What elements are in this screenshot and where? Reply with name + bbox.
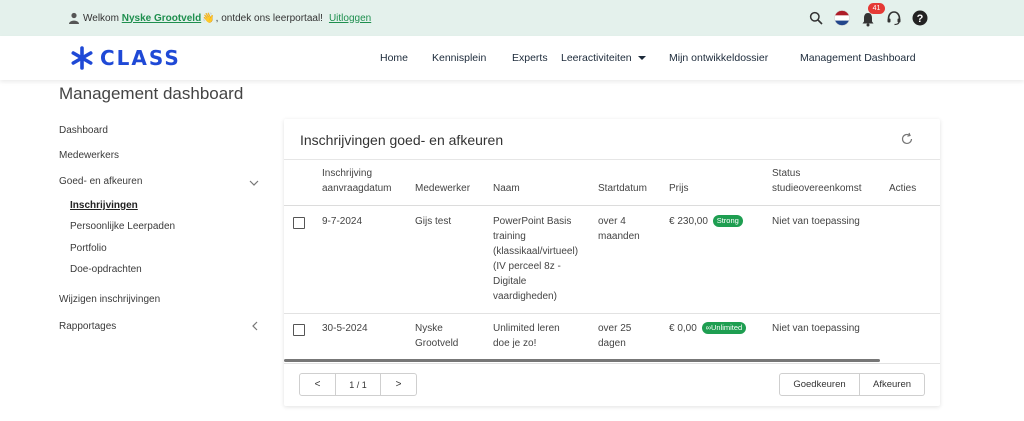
- sidebar-item-wijzigen-inschrijvingen[interactable]: Wijzigen inschrijvingen: [59, 294, 160, 305]
- sidebar-sub-portfolio[interactable]: Portfolio: [70, 243, 107, 254]
- svg-text:?: ?: [917, 13, 924, 25]
- page-indicator: 1 / 1: [335, 374, 381, 395]
- cell-course-name: PowerPoint Basis training (klassikaal/vi…: [493, 214, 578, 304]
- table-header-divider: [284, 205, 940, 206]
- col-header-date-line1: Inschrijving: [322, 168, 373, 179]
- chevron-left-icon[interactable]: [250, 321, 260, 331]
- horizontal-scrollbar[interactable]: [284, 359, 880, 362]
- nav-experts[interactable]: Experts: [512, 52, 548, 64]
- course-name-line: PowerPoint Basis: [493, 216, 572, 227]
- cell-course-name: Unlimited leren doe je zo!: [493, 321, 560, 351]
- col-header-status[interactable]: Status studieovereenkomst: [772, 166, 862, 196]
- welcome-message: Welkom Nyske Grootveld 👋 , ontdek ons le…: [68, 12, 371, 24]
- approvals-card: Inschrijvingen goed- en afkeuren Inschri…: [284, 119, 940, 406]
- table-footer-divider: [284, 363, 940, 364]
- main-navbar: CLASS Home Kennisplein Experts Leeractiv…: [0, 36, 1024, 80]
- employee-line: Grootveld: [415, 338, 459, 349]
- sidebar-sub-inschrijvingen[interactable]: Inschrijvingen: [70, 200, 138, 211]
- nav-kennisplein[interactable]: Kennisplein: [432, 52, 486, 64]
- cell-price: € 0,00 ∞Unlimited: [669, 321, 747, 336]
- notification-count-badge: 41: [868, 3, 885, 14]
- col-header-acties: Acties: [889, 183, 917, 194]
- page-title: Management dashboard: [59, 84, 244, 103]
- employee-line: Nyske: [415, 323, 443, 334]
- col-header-status-line1: Status: [772, 168, 801, 179]
- col-header-startdatum[interactable]: Startdatum: [598, 181, 647, 196]
- cell-date: 30-5-2024: [322, 323, 368, 334]
- plan-badge: Strong: [712, 215, 743, 228]
- next-page-button[interactable]: >: [381, 374, 416, 395]
- help-icon[interactable]: ?: [910, 8, 930, 28]
- start-line: maanden: [598, 231, 640, 242]
- plan-badge-label: Unlimited: [710, 323, 743, 333]
- cell-start: over 25 dagen: [598, 321, 631, 351]
- reject-button[interactable]: Afkeuren: [860, 373, 925, 396]
- welcome-suffix: , ontdek ons leerportaal!: [215, 12, 323, 24]
- row-divider: [284, 313, 940, 314]
- card-title: Inschrijvingen goed- en afkeuren: [300, 132, 504, 148]
- row-checkbox[interactable]: [293, 324, 305, 336]
- course-name-line: doe je zo!: [493, 338, 537, 349]
- course-name-line: (klassikaal/virtueel): [493, 246, 579, 257]
- wave-icon: 👋: [202, 12, 215, 24]
- search-icon[interactable]: [806, 8, 826, 28]
- course-name-line: (IV perceel 8z -: [493, 261, 561, 272]
- card-header-divider: [284, 159, 940, 160]
- col-header-naam[interactable]: Naam: [493, 181, 520, 196]
- price-value: € 0,00: [669, 323, 697, 334]
- nav-home[interactable]: Home: [380, 52, 408, 64]
- cell-start: over 4 maanden: [598, 214, 640, 244]
- prev-page-button[interactable]: <: [300, 374, 335, 395]
- sidebar-item-medewerkers[interactable]: Medewerkers: [59, 150, 119, 161]
- course-name-line: Unlimited leren: [493, 323, 560, 334]
- nav-management-dashboard[interactable]: Management Dashboard: [800, 52, 916, 64]
- nav-links: Home Kennisplein Experts Leeractiviteite…: [0, 52, 1024, 66]
- col-header-prijs[interactable]: Prijs: [669, 181, 688, 196]
- sidebar-item-dashboard[interactable]: Dashboard: [59, 125, 108, 136]
- sidebar-item-rapportages[interactable]: Rapportages: [59, 321, 116, 332]
- refresh-icon[interactable]: [900, 132, 914, 146]
- course-name-line: vaardigheden): [493, 291, 557, 302]
- dutch-flag-icon[interactable]: [832, 8, 852, 28]
- sidebar-sub-doe-opdrachten[interactable]: Doe-opdrachten: [70, 264, 142, 275]
- logout-link[interactable]: Uitloggen: [329, 13, 371, 24]
- start-line: dagen: [598, 338, 626, 349]
- support-icon[interactable]: [884, 8, 904, 28]
- course-name-line: Digitale: [493, 276, 527, 287]
- price-value: € 230,00: [669, 216, 708, 227]
- cell-employee: Nyske Grootveld: [415, 321, 458, 351]
- sidebar-sub-persoonlijke-leerpaden[interactable]: Persoonlijke Leerpaden: [70, 221, 175, 232]
- nav-leeractiviteiten-label: Leeractiviteiten: [561, 52, 632, 64]
- caret-down-icon: [637, 56, 646, 61]
- plan-badge: ∞Unlimited: [701, 322, 747, 335]
- row-checkbox[interactable]: [293, 217, 305, 229]
- approve-button[interactable]: Goedkeuren: [779, 373, 860, 396]
- nav-mijn-ontwikkeldossier[interactable]: Mijn ontwikkeldossier: [669, 52, 768, 64]
- welcome-prefix: Welkom: [83, 12, 119, 24]
- sidebar-item-goed-afkeuren[interactable]: Goed- en afkeuren: [59, 176, 142, 187]
- col-header-status-line2: studieovereenkomst: [772, 183, 862, 194]
- start-line: over 25: [598, 323, 632, 334]
- cell-date: 9-7-2024: [322, 216, 363, 227]
- cell-employee: Gijs test: [415, 216, 452, 227]
- pagination: < 1 / 1 >: [299, 373, 417, 396]
- course-name-line: training: [493, 231, 526, 242]
- nav-leeractiviteiten[interactable]: Leeractiviteiten: [561, 52, 646, 64]
- cell-price: € 230,00 Strong: [669, 214, 743, 229]
- top-welcome-bar: Welkom Nyske Grootveld 👋 , ontdek ons le…: [0, 0, 1024, 36]
- chevron-down-icon[interactable]: [249, 178, 259, 188]
- user-name-link[interactable]: Nyske Grootveld: [122, 13, 201, 24]
- start-line: over 4: [598, 216, 626, 227]
- user-icon: [69, 12, 79, 24]
- col-header-aanvraagdatum[interactable]: Inschrijving aanvraagdatum: [322, 166, 392, 196]
- cell-status: Niet van toepassing: [772, 323, 860, 334]
- cell-status: Niet van toepassing: [772, 216, 860, 227]
- col-header-medewerker[interactable]: Medewerker: [415, 181, 470, 196]
- col-header-date-line2: aanvraagdatum: [322, 183, 392, 194]
